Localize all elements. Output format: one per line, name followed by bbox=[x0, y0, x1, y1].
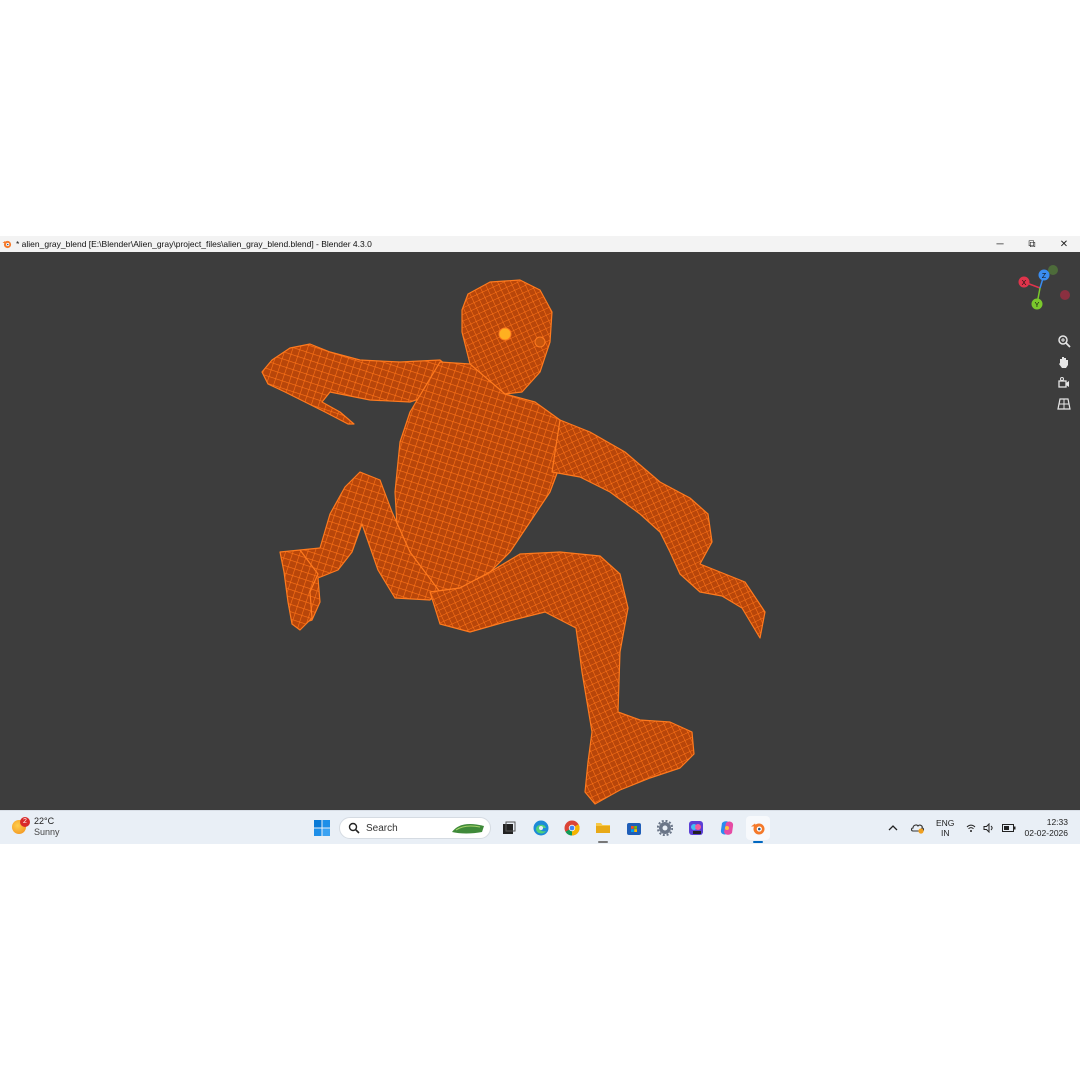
search-icon bbox=[348, 822, 360, 834]
edge-icon[interactable] bbox=[530, 816, 552, 840]
language-code: ENG bbox=[936, 818, 955, 828]
weather-widget[interactable]: 2 22°C Sunny bbox=[12, 816, 60, 838]
mesh-eye-right bbox=[534, 336, 546, 348]
copilot-icon[interactable] bbox=[716, 816, 738, 840]
navigation-gizmo[interactable]: X Z Y bbox=[1000, 262, 1080, 322]
app-icon[interactable] bbox=[685, 816, 707, 840]
wireframe-mesh bbox=[261, 279, 766, 805]
region-code: IN bbox=[940, 828, 950, 838]
weather-temp: 22°C bbox=[34, 816, 55, 826]
zoom-icon[interactable] bbox=[1054, 332, 1074, 350]
gizmo-y-label: Y bbox=[1035, 302, 1040, 309]
show-hidden-icons[interactable] bbox=[888, 811, 898, 845]
chrome-icon[interactable] bbox=[561, 816, 583, 840]
clock-time: 12:33 bbox=[1046, 817, 1068, 827]
search-placeholder: Search bbox=[366, 822, 398, 834]
running-indicator bbox=[598, 841, 608, 843]
sun-icon: 2 bbox=[12, 817, 30, 834]
3d-viewport[interactable]: X Z Y bbox=[0, 252, 1080, 810]
search-box[interactable]: Search bbox=[339, 817, 491, 839]
hand-pan-icon[interactable] bbox=[1054, 353, 1074, 371]
language-indicator[interactable]: ENG IN bbox=[936, 811, 954, 845]
close-button[interactable]: ✕ bbox=[1048, 236, 1080, 252]
active-indicator bbox=[753, 841, 763, 843]
battery-icon bbox=[1002, 824, 1016, 832]
window-title: * alien_gray_blend [E:\Blender\Alien_gra… bbox=[16, 239, 372, 249]
file-explorer-icon[interactable] bbox=[592, 816, 614, 843]
search-highlight-icon bbox=[452, 824, 484, 834]
clock-date: 02-02-2026 bbox=[1024, 828, 1068, 838]
grid-ortho-icon[interactable] bbox=[1054, 395, 1074, 413]
chevron-up-icon bbox=[888, 825, 898, 831]
notification-badge: 2 bbox=[20, 817, 30, 827]
clock[interactable]: 12:33 02-02-2026 bbox=[1020, 811, 1068, 845]
restore-button[interactable]: ⧉ bbox=[1016, 236, 1048, 252]
task-view-icon[interactable] bbox=[498, 816, 520, 840]
weather-condition: Sunny bbox=[34, 827, 60, 837]
taskbar: 2 22°C Sunny Search ENG IN 12:33 02-02-2… bbox=[0, 810, 1080, 844]
blender-icon bbox=[2, 239, 12, 249]
minimize-button[interactable]: ─ bbox=[984, 236, 1016, 252]
gizmo-z-label: Z bbox=[1042, 273, 1047, 280]
settings-icon[interactable] bbox=[654, 816, 676, 840]
volume-icon bbox=[983, 823, 993, 833]
camera-icon[interactable] bbox=[1054, 374, 1074, 392]
mesh-eye-left bbox=[498, 327, 512, 341]
start-icon[interactable] bbox=[310, 816, 334, 840]
blender-icon bbox=[751, 823, 765, 835]
onedrive-status-icon[interactable] bbox=[910, 811, 926, 845]
microsoft-store-icon[interactable] bbox=[623, 816, 645, 840]
title-bar[interactable]: * alien_gray_blend [E:\Blender\Alien_gra… bbox=[0, 236, 1080, 252]
quick-settings[interactable] bbox=[966, 811, 1016, 845]
blender-taskbar-button[interactable] bbox=[746, 816, 770, 843]
gizmo-x-label: X bbox=[1022, 280, 1027, 287]
gizmo-neg-y[interactable] bbox=[1048, 265, 1058, 275]
wifi-icon bbox=[966, 824, 976, 832]
blender-window: * alien_gray_blend [E:\Blender\Alien_gra… bbox=[0, 236, 1080, 844]
gizmo-neg-x[interactable] bbox=[1060, 290, 1070, 300]
